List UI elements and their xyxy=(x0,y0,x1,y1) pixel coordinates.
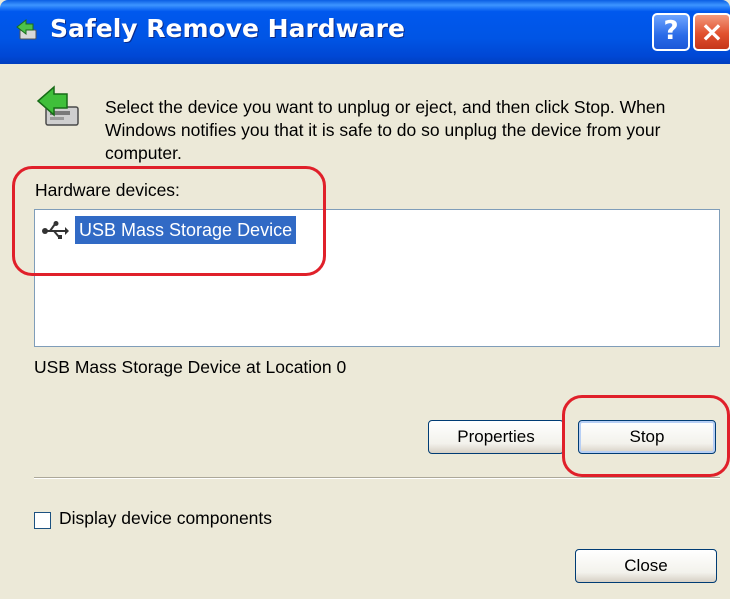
eject-hardware-icon xyxy=(36,85,79,126)
instruction-text: Select the device you want to unplug or … xyxy=(105,97,666,163)
safely-remove-icon xyxy=(16,18,37,40)
display-components-label[interactable]: Display device components xyxy=(59,508,272,529)
stop-button[interactable]: Stop xyxy=(578,420,716,454)
usb-icon xyxy=(42,221,69,239)
properties-button[interactable]: Properties xyxy=(428,420,564,454)
help-button[interactable]: ? xyxy=(652,13,690,51)
close-button[interactable]: Close xyxy=(575,549,717,583)
hardware-devices-label: Hardware devices: xyxy=(35,180,180,200)
window-title: Safely Remove Hardware xyxy=(50,14,405,43)
list-item-label: USB Mass Storage Device xyxy=(75,216,297,244)
safely-remove-hardware-dialog: Safely Remove Hardware ? × Select the de… xyxy=(0,0,730,599)
close-window-button[interactable]: × xyxy=(693,13,730,51)
title-bar[interactable]: Safely Remove Hardware ? × xyxy=(0,0,730,64)
device-location-text: USB Mass Storage Device at Location 0 xyxy=(34,357,347,377)
hardware-devices-list[interactable]: USB Mass Storage Device xyxy=(34,209,720,347)
display-components-checkbox[interactable] xyxy=(34,512,51,529)
separator xyxy=(34,477,720,479)
